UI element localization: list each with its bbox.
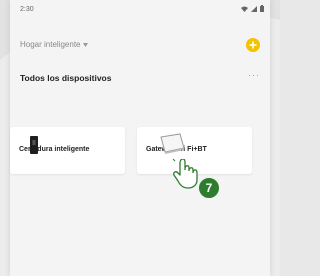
step-number-badge: 7: [198, 177, 220, 199]
home-header: Hogar inteligente: [10, 36, 270, 56]
signal-icon: [251, 5, 257, 12]
status-time: 2:30: [20, 6, 34, 13]
section-title: Todos los dispositivos: [20, 73, 112, 83]
wifi-icon: [241, 6, 248, 12]
smart-lock-icon: [30, 136, 38, 154]
devices-section-header: Todos los dispositivos ···: [10, 70, 270, 86]
add-device-button[interactable]: [246, 38, 260, 52]
chevron-down-icon: [83, 42, 89, 47]
device-card-smart-lock[interactable]: Cerradura inteligente: [10, 127, 125, 174]
battery-icon: [260, 5, 264, 12]
more-options-button[interactable]: ···: [248, 70, 260, 80]
status-bar: 2:30: [10, 4, 270, 18]
home-selector[interactable]: Hogar inteligente: [20, 40, 89, 49]
gateway-icon: [160, 133, 185, 154]
plus-icon: [249, 41, 257, 49]
home-name: Hogar inteligente: [20, 40, 81, 49]
